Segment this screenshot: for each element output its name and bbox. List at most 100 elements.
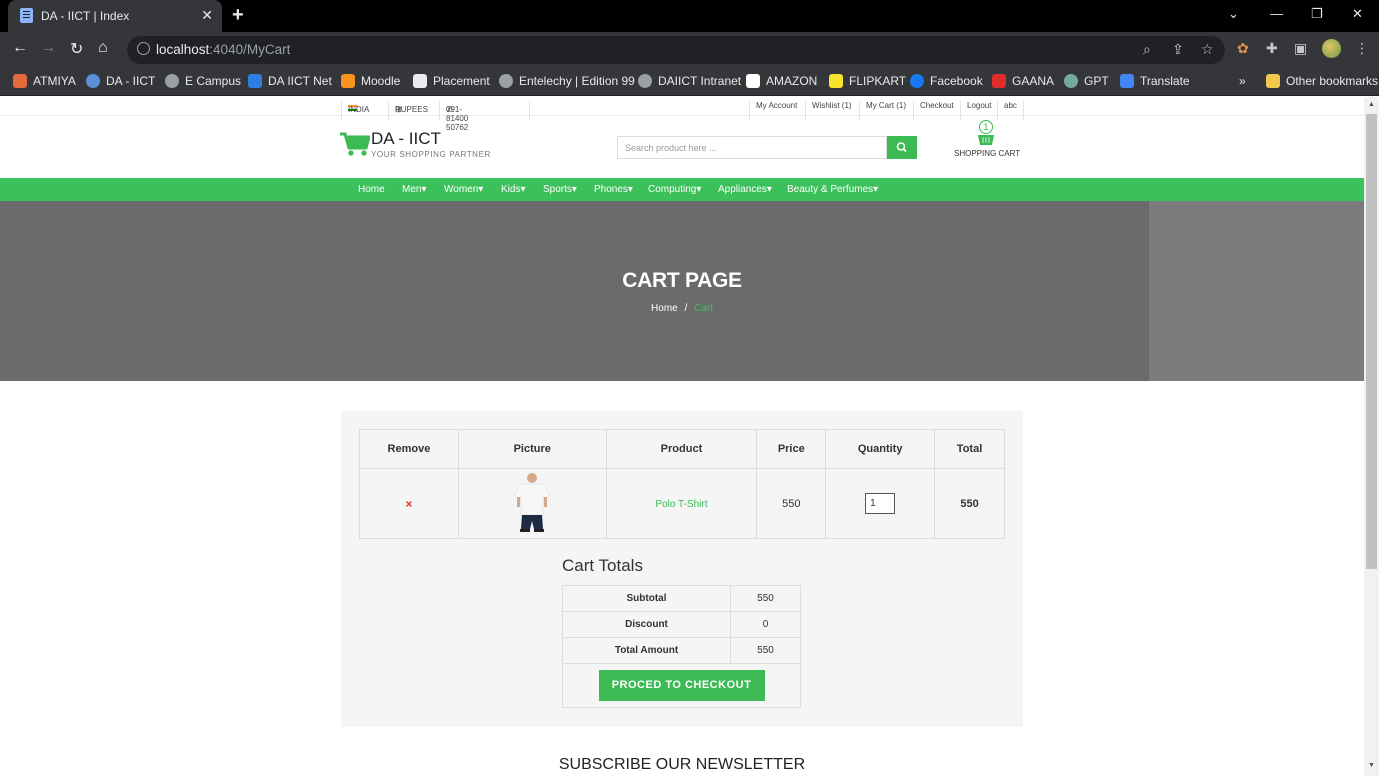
gaana-icon [992, 74, 1006, 88]
daiict-icon [86, 74, 100, 88]
total-cell: 550 [934, 468, 1005, 539]
menu-item-kids[interactable]: Kids▾ [501, 184, 525, 195]
discount-label: Discount [562, 611, 731, 638]
header-cart[interactable]: 1 [975, 120, 997, 151]
product-search-input[interactable]: Search product here ... [617, 136, 887, 159]
total-amount-value: 550 [730, 637, 801, 664]
extension-cookie-icon[interactable]: ✿ [1237, 40, 1249, 57]
home-icon[interactable]: ⌂ [98, 39, 108, 57]
table-row: Subtotal 550 [562, 585, 801, 612]
logo-title[interactable]: DA - IICT [371, 129, 441, 149]
product-name-link[interactable]: Polo T-Shirt [655, 499, 707, 510]
proceed-to-checkout-button[interactable]: PROCED TO CHECKOUT [598, 670, 765, 701]
bookmark-item[interactable]: DAIICT Intranet [638, 74, 741, 88]
translate-icon [1120, 74, 1134, 88]
breadcrumb: Home / Cart [0, 303, 1364, 314]
top-bar: INDIA ⊞ RUPEES ✆ 091-81400 50762 My Accou… [0, 97, 1364, 132]
reload-icon[interactable]: ↻ [70, 39, 83, 59]
search-button[interactable] [887, 136, 917, 159]
menu-item-computing[interactable]: Computing▾ [648, 184, 701, 195]
bookmark-item[interactable]: ATMIYA [13, 74, 76, 88]
folder-icon [1266, 74, 1280, 88]
facebook-icon [910, 74, 924, 88]
caret-down-icon: ▾ [873, 184, 879, 195]
share-icon[interactable]: ⇪ [1172, 41, 1184, 58]
bookmark-item[interactable]: Moodle [341, 74, 400, 88]
bookmark-item[interactable]: FLIPKART [829, 74, 906, 88]
bookmark-item[interactable]: Translate [1120, 74, 1190, 88]
bookmark-item[interactable]: Facebook [910, 74, 983, 88]
bookmark-star-icon[interactable]: ☆ [1201, 41, 1214, 58]
gpt-icon [1064, 74, 1078, 88]
back-icon[interactable]: ← [12, 39, 28, 57]
minimize-icon[interactable]: — [1270, 6, 1283, 21]
bookmark-item[interactable]: Placement [413, 74, 490, 88]
bookmark-item[interactable]: AMAZON [746, 74, 817, 88]
other-bookmarks[interactable]: Other bookmarks [1266, 74, 1378, 88]
column-header: Remove [359, 429, 459, 469]
username-link[interactable]: abc [1004, 101, 1017, 110]
new-tab-icon[interactable]: + [232, 4, 244, 27]
site-header: DA - IICT YOUR SHOPPING PARTNER Search p… [0, 116, 1364, 178]
menu-item-home[interactable]: Home [358, 184, 385, 195]
close-window-icon[interactable]: ✕ [1352, 6, 1363, 22]
logo-cart-icon [340, 132, 370, 156]
my-account-link[interactable]: My Account [756, 101, 797, 110]
column-header: Price [756, 429, 827, 469]
bookmark-item[interactable]: E Campus [165, 74, 241, 88]
restore-icon[interactable]: ❐ [1311, 6, 1323, 22]
subtotal-value: 550 [730, 585, 801, 612]
cart-totals-title: Cart Totals [562, 556, 643, 575]
quantity-input[interactable]: 1 [865, 493, 896, 514]
browser-tab[interactable]: DA - IICT | Index ✕ [8, 0, 222, 32]
table-row: × Polo T-Shirt 550 1 550 [359, 468, 1005, 539]
menu-item-men[interactable]: Men▾ [402, 184, 426, 195]
zoom-icon[interactable]: ⌕ [1143, 41, 1151, 58]
menu-item-women[interactable]: Women▾ [444, 184, 483, 195]
bookmarks-bar: ATMIYA DA - IICT E Campus DA IICT Net Mo… [0, 67, 1379, 96]
menu-item-beauty[interactable]: Beauty & Perfumes▾ [787, 184, 878, 195]
menu-item-phones[interactable]: Phones▾ [594, 184, 633, 195]
profile-avatar[interactable] [1322, 39, 1341, 58]
address-bar[interactable]: localhost:4040/MyCart ⌕ ⇪ ☆ [127, 36, 1225, 64]
menu-kebab-icon[interactable]: ⋮ [1355, 40, 1369, 57]
shopping-cart-label[interactable]: SHOPPING CART [954, 149, 1020, 158]
tab-search-icon[interactable]: ⌄ [1228, 6, 1239, 22]
checkout-link[interactable]: Checkout [920, 101, 954, 110]
bookmark-item[interactable]: DA - IICT [86, 74, 155, 88]
bookmark-item[interactable]: Entelechy | Edition 99 [499, 74, 635, 88]
site-info-icon[interactable] [137, 42, 150, 55]
caret-down-icon: ▾ [421, 184, 427, 195]
globe-icon [165, 74, 179, 88]
breadcrumb-separator: / [684, 303, 688, 314]
caret-down-icon: ▾ [696, 184, 702, 195]
product-image[interactable] [512, 471, 552, 533]
tab-close-icon[interactable]: ✕ [201, 7, 213, 24]
cart-table: Remove Picture Product Price Quantity To… [359, 429, 1005, 539]
side-panel-icon[interactable]: ▣ [1294, 40, 1307, 57]
breadcrumb-home[interactable]: Home [651, 303, 678, 314]
more-bookmarks-icon[interactable]: » [1239, 74, 1246, 88]
my-cart-link[interactable]: My Cart (1) [866, 101, 906, 110]
menu-item-appliances[interactable]: Appliances▾ [718, 184, 772, 195]
menu-item-sports[interactable]: Sports▾ [543, 184, 577, 195]
wishlist-link[interactable]: Wishlist (1) [812, 101, 852, 110]
globe-icon [499, 74, 513, 88]
logout-link[interactable]: Logout [967, 101, 991, 110]
scroll-down-icon[interactable]: ▼ [1368, 762, 1375, 769]
page-scrollbar[interactable]: ▲ ▼ [1364, 97, 1379, 776]
basket-icon: 1 [978, 120, 994, 145]
bookmark-item[interactable]: GPT [1064, 74, 1109, 88]
column-header: Product [605, 429, 758, 469]
extensions-puzzle-icon[interactable]: ✚ [1266, 40, 1278, 57]
cart-panel: Remove Picture Product Price Quantity To… [341, 411, 1023, 727]
bookmark-item[interactable]: DA IICT Net [248, 74, 332, 88]
main-menu: Home Men▾ Women▾ Kids▾ Sports▾ Phones▾ C… [0, 178, 1364, 201]
browser-tab-bar: DA - IICT | Index ✕ + ⌄ — ❐ ✕ [0, 0, 1379, 32]
scroll-up-icon[interactable]: ▲ [1368, 101, 1375, 108]
cart-table-header: Remove Picture Product Price Quantity To… [359, 429, 1005, 469]
scrollbar-thumb[interactable] [1366, 114, 1377, 569]
remove-item-icon[interactable]: × [405, 497, 412, 511]
bookmark-item[interactable]: GAANA [992, 74, 1054, 88]
forward-icon[interactable]: → [40, 39, 56, 57]
